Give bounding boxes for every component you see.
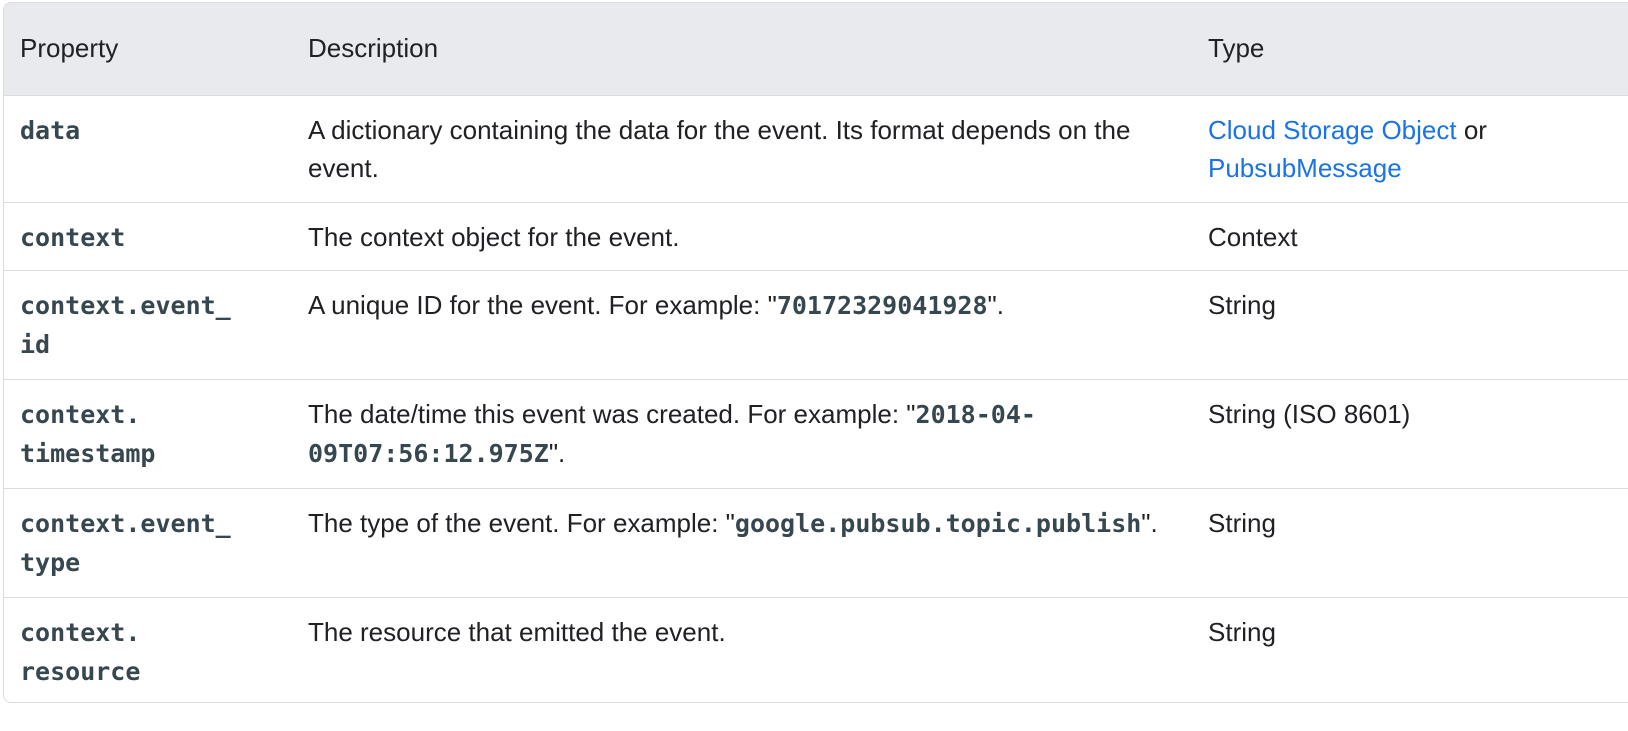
header-property: Property (20, 33, 119, 64)
header-row: Property Description Type (4, 3, 1628, 95)
type-text: String (ISO 8601) (1208, 398, 1411, 429)
table-row: data A dictionary containing the data fo… (4, 94, 1628, 202)
property-name-line2: timestamp (20, 438, 156, 468)
property-name-line1: context. (20, 399, 141, 429)
description-code: google.pubsub.topic.publish (734, 508, 1142, 538)
property-cell: data (4, 94, 292, 202)
description-suffix: ". (548, 437, 566, 468)
property-cell: context.event_type (4, 487, 292, 597)
table-row: context The context object for the event… (4, 201, 1628, 270)
type-cell: String (1192, 596, 1628, 702)
description-text: A dictionary containing the data for the… (308, 114, 1131, 183)
description-cell: The type of the event. For example: "goo… (292, 487, 1192, 597)
header-description: Description (308, 33, 439, 64)
description-text: The context object for the event. (308, 221, 680, 252)
type-text: Context (1208, 221, 1298, 252)
description-suffix: ". (987, 289, 1004, 320)
property-name-line2: resource (20, 656, 141, 686)
property-name-line2: type (20, 547, 81, 577)
type-text: String (1208, 289, 1276, 320)
description-cell: A dictionary containing the data for the… (292, 94, 1192, 202)
table-row: context. resource The resource that emitt… (4, 596, 1628, 702)
description-cell: The context object for the event. (292, 201, 1192, 270)
table-row: context.event_id A unique ID for the eve… (4, 269, 1628, 379)
type-cell: String (ISO 8601) (1192, 378, 1628, 488)
pubsub-message-link[interactable]: PubsubMessage (1208, 153, 1402, 183)
property-cell: context. resource (4, 596, 292, 702)
property-cell: context. timestamp (4, 378, 292, 488)
description-code: 70172329041928 (776, 290, 988, 320)
type-cell: Cloud Storage Object or PubsubMessage (1192, 94, 1628, 202)
type-text: String (1208, 616, 1276, 647)
properties-table-container: Property Description Type data A diction… (3, 2, 1628, 703)
table-header: Property Description Type (4, 3, 1628, 95)
description-cell: The date/time this event was created. Fo… (292, 378, 1192, 488)
property-name-line2: id (20, 329, 51, 359)
properties-table: Property Description Type data A diction… (4, 3, 1628, 702)
property-cell: context (4, 201, 292, 270)
description-suffix: ". (1141, 507, 1158, 538)
property-name-line1: context.event_ (20, 508, 231, 538)
property-name: context (20, 222, 126, 252)
cloud-storage-object-link[interactable]: Cloud Storage Object (1208, 115, 1457, 145)
description-cell: A unique ID for the event. For example: … (292, 269, 1192, 379)
description-prefix: A unique ID for the event. For example: … (308, 289, 777, 320)
type-separator: or (1456, 114, 1487, 145)
property-cell: context.event_id (4, 269, 292, 379)
type-text: String (1208, 507, 1276, 538)
type-cell: String (1192, 487, 1628, 597)
property-name-line1: context.event_ (20, 290, 231, 320)
property-name: data (20, 115, 81, 145)
description-prefix: The type of the event. For example: " (308, 507, 735, 538)
type-cell: String (1192, 269, 1628, 379)
description-cell: The resource that emitted the event. (292, 596, 1192, 702)
table-row: context. timestamp The date/time this eve… (4, 378, 1628, 488)
description-prefix: The date/time this event was created. Fo… (308, 398, 916, 429)
description-text: The resource that emitted the event. (308, 616, 726, 647)
table-row: context.event_type The type of the event… (4, 487, 1628, 597)
type-cell: Context (1192, 201, 1628, 270)
header-type: Type (1208, 33, 1265, 64)
property-name-line1: context. (20, 617, 141, 647)
